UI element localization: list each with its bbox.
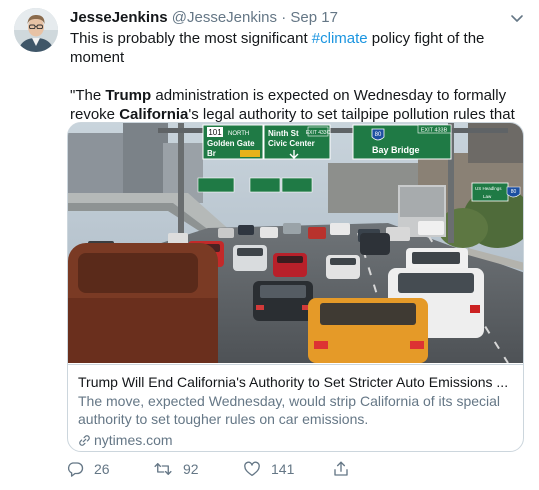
- svg-text:80: 80: [511, 189, 517, 195]
- svg-text:Law: Law: [483, 194, 492, 199]
- svg-text:US Headlngs: US Headlngs: [475, 186, 502, 191]
- separator-dot: ·: [281, 9, 287, 26]
- share-icon: [334, 461, 348, 476]
- retweet-count: 92: [183, 461, 199, 477]
- svg-text:Golden Gate: Golden Gate: [207, 139, 255, 148]
- highway-sign-bay-bridge: EXIT 433B 80 Bay Bridge: [352, 124, 452, 160]
- author-handle[interactable]: @JesseJenkins: [172, 9, 277, 26]
- avatar[interactable]: [14, 8, 58, 52]
- retweet-icon: [154, 463, 172, 475]
- card-domain-text: nytimes.com: [94, 432, 173, 448]
- like-count: 141: [271, 461, 295, 477]
- svg-text:Civic Center: Civic Center: [268, 139, 315, 148]
- heart-icon: [244, 461, 260, 477]
- share-button[interactable]: [332, 458, 360, 480]
- svg-text:80: 80: [375, 132, 382, 138]
- traffic-photo: 101 NORTH Golden Gate Br Ninth St Civic …: [68, 123, 523, 363]
- highway-sign-ninth-st: Ninth St Civic Center EXIT 433C: [263, 124, 331, 160]
- tweet-date[interactable]: Sep 17: [290, 9, 338, 26]
- link-icon: [79, 434, 90, 446]
- card-title[interactable]: Trump Will End California's Authority to…: [78, 373, 515, 391]
- svg-text:Ninth St: Ninth St: [268, 129, 299, 138]
- svg-text:EXIT 433B: EXIT 433B: [421, 128, 448, 134]
- tweet-actions: 26 92 141: [66, 458, 366, 480]
- reply-icon: [67, 462, 84, 477]
- svg-text:101: 101: [208, 128, 222, 137]
- svg-text:Br: Br: [207, 149, 216, 158]
- tweet-header: JesseJenkins @JesseJenkins · Sep 17: [70, 9, 525, 27]
- chevron-down-icon[interactable]: [509, 10, 525, 26]
- card-domain[interactable]: nytimes.com: [78, 431, 515, 449]
- svg-text:Bay Bridge: Bay Bridge: [372, 145, 420, 155]
- reply-count: 26: [94, 461, 110, 477]
- retweet-button[interactable]: 92: [153, 458, 199, 480]
- tweet: JesseJenkins @JesseJenkins · Sep 17 This…: [0, 0, 539, 490]
- hashtag-link[interactable]: #climate: [312, 30, 368, 47]
- card-body[interactable]: Trump Will End California's Authority to…: [68, 364, 523, 451]
- svg-text:NORTH: NORTH: [228, 131, 249, 137]
- highway-sign-101: 101 NORTH Golden Gate Br: [202, 124, 264, 160]
- like-button[interactable]: 141: [243, 458, 294, 480]
- tweet-line-1: This is probably the most significant #c…: [70, 29, 528, 67]
- tweet-text-segment: This is probably the most significant: [70, 30, 312, 47]
- author-name[interactable]: JesseJenkins: [70, 9, 168, 26]
- quote-bold-trump: Trump: [105, 87, 152, 104]
- svg-text:EXIT 433C: EXIT 433C: [306, 130, 331, 136]
- quote-segment: "The: [70, 87, 106, 104]
- card-image[interactable]: 101 NORTH Golden Gate Br Ninth St Civic …: [68, 123, 523, 363]
- quote-bold-california: California: [119, 106, 189, 123]
- reply-button[interactable]: 26: [66, 458, 110, 480]
- avatar-image: [14, 8, 58, 52]
- link-card[interactable]: 101 NORTH Golden Gate Br Ninth St Civic …: [67, 122, 524, 452]
- card-description: The move, expected Wednesday, would stri…: [78, 393, 501, 427]
